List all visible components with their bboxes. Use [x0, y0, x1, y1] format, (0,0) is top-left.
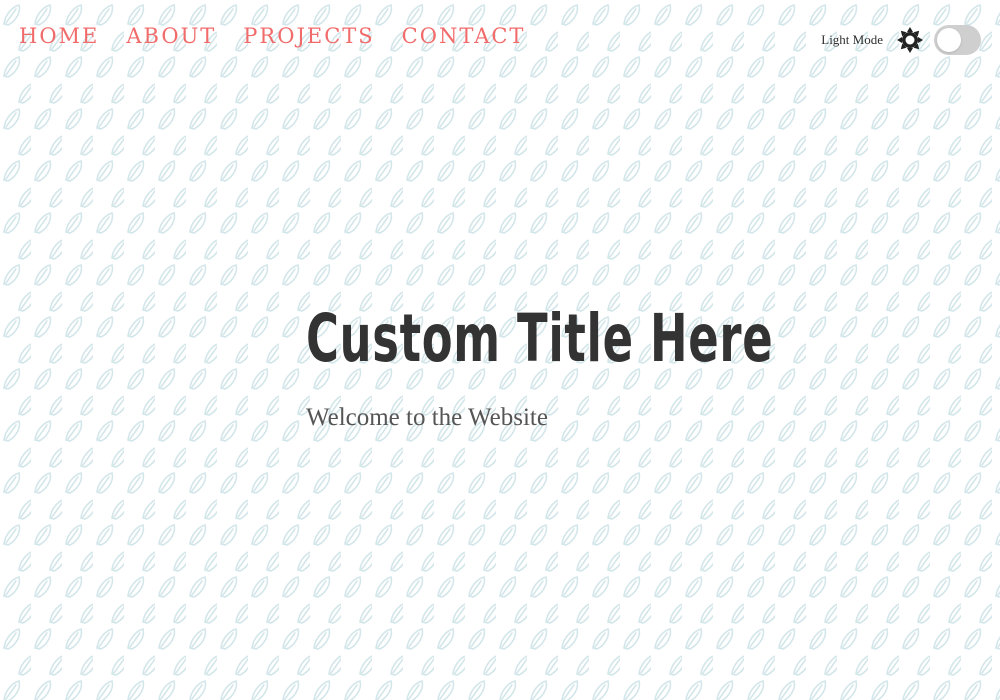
- page-subtitle: Welcome to the Website: [306, 404, 548, 431]
- hero-section: Custom Title Here Welcome to the Website: [306, 294, 993, 432]
- theme-toggle[interactable]: [934, 25, 981, 55]
- theme-mode-label: Light Mode: [821, 32, 883, 47]
- sun-icon: [897, 27, 923, 53]
- nav-contact-link[interactable]: CONTACT: [402, 22, 526, 50]
- page-title: Custom Title Here: [306, 300, 774, 377]
- nav-home-link[interactable]: HOME: [19, 22, 99, 50]
- nav-about-link[interactable]: ABOUT: [126, 22, 216, 50]
- nav-projects-link[interactable]: PROJECTS: [243, 22, 374, 50]
- theme-switcher: Light Mode: [821, 25, 981, 55]
- main-nav: HOME ABOUT PROJECTS CONTACT: [19, 22, 552, 50]
- toggle-knob: [937, 28, 961, 52]
